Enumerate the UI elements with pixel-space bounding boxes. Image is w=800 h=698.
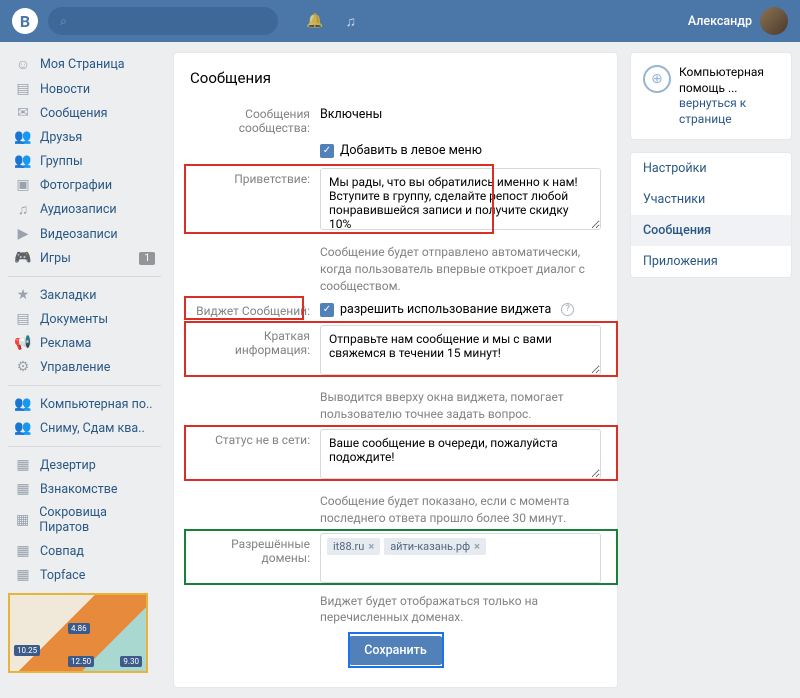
domain-chip[interactable]: it88.ru × [327, 538, 380, 555]
nav-icon: 👥 [14, 129, 32, 145]
sidebar-item[interactable]: 👥Друзья [8, 125, 161, 149]
save-button[interactable]: Сохранить [348, 636, 443, 665]
domains-input[interactable]: it88.ru ×айти-казань.рф × [320, 533, 601, 583]
sidebar-item[interactable]: ⚙Управление [8, 355, 161, 379]
sidebar-item[interactable]: ▦Дезертир [8, 453, 161, 477]
sidebar-item[interactable]: ▣Фотографии [8, 173, 161, 197]
close-icon[interactable]: × [368, 540, 374, 553]
rnav-settings[interactable]: Настройки [631, 153, 791, 184]
greeting-label: Приветствие: [190, 168, 310, 234]
nav-icon: ✉ [14, 105, 32, 121]
domains-label: Разрешённые домены: [190, 533, 310, 583]
domains-hint: Виджет будет отображаться только на пере… [320, 593, 601, 627]
nav-icon: ▤ [14, 311, 32, 327]
sidebar-item[interactable]: 👥Компьютерная по.. [8, 392, 161, 416]
vk-logo[interactable]: B [12, 8, 38, 34]
nav-icon: ▦ [14, 512, 31, 528]
sidebar-item[interactable]: ▤Новости [8, 77, 161, 101]
sidebar-item[interactable]: ▦Взнакомстве [8, 477, 161, 501]
widget-checkbox-row[interactable]: ✓ разрешить использование виджета ? [320, 300, 601, 319]
nav-icon: 📢 [14, 335, 32, 351]
sidebar-item[interactable]: ▦Сокровища Пиратов [8, 501, 161, 539]
offline-hint: Сообщение будет показано, если с момента… [320, 493, 601, 527]
nav-icon: 👥 [14, 153, 32, 169]
nav-icon: ♫ [14, 201, 32, 218]
left-sidebar: ☺Моя Страница▤Новости✉Сообщения👥Друзья👥Г… [8, 52, 161, 688]
nav-icon: ☺ [14, 56, 32, 73]
sidebar-item[interactable]: ✉Сообщения [8, 101, 161, 125]
sidebar-item[interactable]: 🎮Игры1 [8, 246, 161, 270]
avatar [760, 7, 788, 35]
search-input[interactable] [73, 14, 266, 29]
nav-icon: ▦ [14, 543, 32, 559]
nav-icon: ▦ [14, 481, 32, 497]
left-menu-checkbox-row[interactable]: ✓ Добавить в левое меню [320, 141, 601, 160]
search-icon: ⌕ [60, 14, 67, 29]
sidebar-item[interactable]: ▦Topface [8, 563, 161, 587]
rnav-members[interactable]: Участники [631, 184, 791, 215]
search-box[interactable]: ⌕ [48, 7, 278, 35]
close-icon[interactable]: × [474, 540, 480, 553]
page-title: Сообщения [190, 69, 601, 87]
nav-icon: ▦ [14, 567, 32, 583]
community-msgs-label: Сообщения сообщества: [190, 103, 310, 135]
rnav-apps[interactable]: Приложения [631, 246, 791, 277]
nav-icon: ▦ [14, 457, 32, 473]
check-icon: ✓ [320, 144, 334, 158]
nav-icon: ▤ [14, 81, 32, 97]
sidebar-item[interactable]: 👥Группы [8, 149, 161, 173]
widget-label: Виджет Сообщений: [190, 300, 310, 319]
domain-chip[interactable]: айти-казань.рф × [384, 538, 486, 555]
sidebar-item[interactable]: ♫Аудиозаписи [8, 197, 161, 222]
nav-icon: ▶ [14, 226, 32, 242]
group-icon: ⊕ [643, 65, 671, 93]
nav-icon: 👥 [14, 420, 32, 436]
music-icon[interactable]: ♫ [345, 13, 356, 30]
nav-icon: 👥 [14, 396, 32, 412]
greeting-input[interactable] [320, 168, 601, 230]
nav-icon: ⚙ [14, 359, 32, 375]
main-content: Сообщения Сообщения сообщества: Включены… [173, 52, 618, 688]
help-icon[interactable]: ? [561, 303, 574, 316]
section-nav: Настройки Участники Сообщения Приложения [630, 152, 792, 278]
brief-label: Краткая информация: [190, 325, 310, 379]
sidebar-item[interactable]: ☺Моя Страница [8, 52, 161, 77]
sidebar-item[interactable]: ▦Совпад [8, 539, 161, 563]
nav-icon: ▣ [14, 177, 32, 193]
sidebar-item[interactable]: ★Закладки [8, 283, 161, 307]
badge: 1 [139, 252, 155, 265]
top-header: B ⌕ 🔔 ♫ Александр [0, 0, 800, 42]
offline-input[interactable] [320, 429, 601, 479]
nav-icon: 🎮 [14, 250, 32, 266]
rnav-messages[interactable]: Сообщения [631, 215, 791, 246]
sidebar-item[interactable]: 📢Реклама [8, 331, 161, 355]
right-sidebar: ⊕ Компьютерная помощь ... вернуться к ст… [630, 52, 792, 688]
nav-icon: ★ [14, 287, 32, 303]
user-name: Александр [688, 14, 752, 29]
back-box[interactable]: ⊕ Компьютерная помощь ... вернуться к ст… [630, 52, 792, 140]
greeting-hint: Сообщение будет отправлено автоматически… [320, 244, 601, 294]
sidebar-item[interactable]: ▤Документы [8, 307, 161, 331]
offline-label: Статус не в сети: [190, 429, 310, 483]
sidebar-item[interactable]: ▶Видеозаписи [8, 222, 161, 246]
brief-input[interactable] [320, 325, 601, 375]
user-menu[interactable]: Александр [688, 7, 788, 35]
community-msgs-value: Включены [320, 103, 601, 135]
check-icon: ✓ [320, 303, 334, 317]
ad-thumbnail[interactable]: 10.25 4.86 12.50 9.30 [8, 593, 148, 673]
bell-icon[interactable]: 🔔 [306, 13, 323, 30]
sidebar-item[interactable]: 👥Сниму, Сдам ква.. [8, 416, 161, 440]
brief-hint: Выводится вверху окна виджета, помогает … [320, 389, 601, 423]
